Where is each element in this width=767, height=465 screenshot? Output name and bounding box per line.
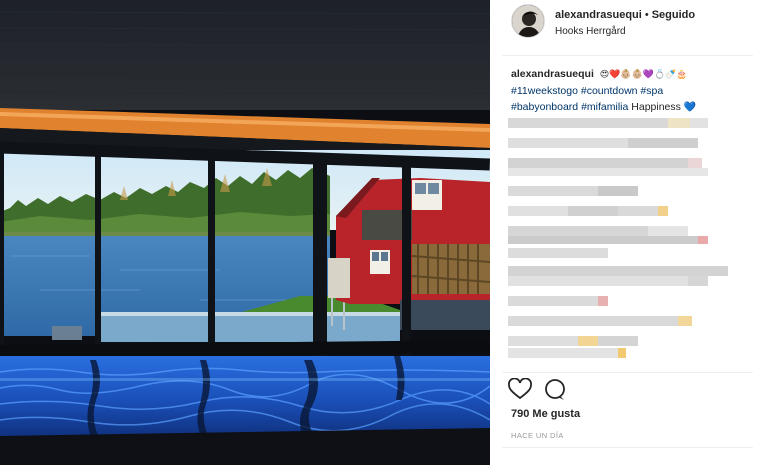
post-location[interactable]: Hooks Herrgård (555, 26, 626, 37)
pixelation-mosaic (508, 118, 728, 358)
post-side-panel: alexandrasuequi • Seguido Hooks Herrgård a… (490, 0, 767, 465)
hashtag-countdown[interactable]: #countdown (581, 85, 638, 97)
avatar-image (512, 5, 544, 37)
actions-divider (502, 372, 753, 373)
hashtag-11weekstogo[interactable]: #11weekstogo (511, 85, 578, 97)
footer-divider (502, 447, 753, 448)
hashtag-spa[interactable]: #spa (640, 85, 663, 97)
post-photo[interactable] (0, 0, 490, 465)
post-header: alexandrasuequi • Seguido Hooks Herrgård (490, 0, 767, 54)
header-divider (502, 55, 753, 56)
header-username[interactable]: alexandrasuequi (555, 9, 642, 21)
post-timestamp: HACE UN DÍA (511, 431, 564, 440)
pixelated-comments (508, 116, 748, 372)
header-user-line: alexandrasuequi • Seguido (555, 9, 695, 21)
separator-dot: • (644, 9, 649, 21)
comment-bubble-icon[interactable] (545, 379, 565, 400)
photo-scene (0, 0, 490, 465)
post-actions (508, 377, 588, 402)
caption-text: Happiness (631, 101, 681, 113)
avatar[interactable] (511, 4, 545, 38)
caption-emojis: 😍❤️👶🏼👶🏼💜💍🍼🎂 (599, 70, 688, 80)
action-icons (508, 377, 565, 400)
post-caption: alexandrasuequi 😍❤️👶🏼👶🏼💜💍🍼🎂 #11weekstogo… (511, 66, 751, 116)
hashtag-mifamilia[interactable]: #mifamilia (581, 101, 628, 113)
follow-status-button[interactable]: Seguido (652, 9, 695, 21)
heart-outline-icon[interactable] (508, 377, 532, 400)
likes-count[interactable]: 790 Me gusta (511, 408, 580, 420)
caption-username[interactable]: alexandrasuequi (511, 68, 594, 80)
blue-heart-emoji: 💙 (683, 102, 697, 113)
hashtag-babyonboard[interactable]: #babyonboard (511, 101, 578, 113)
